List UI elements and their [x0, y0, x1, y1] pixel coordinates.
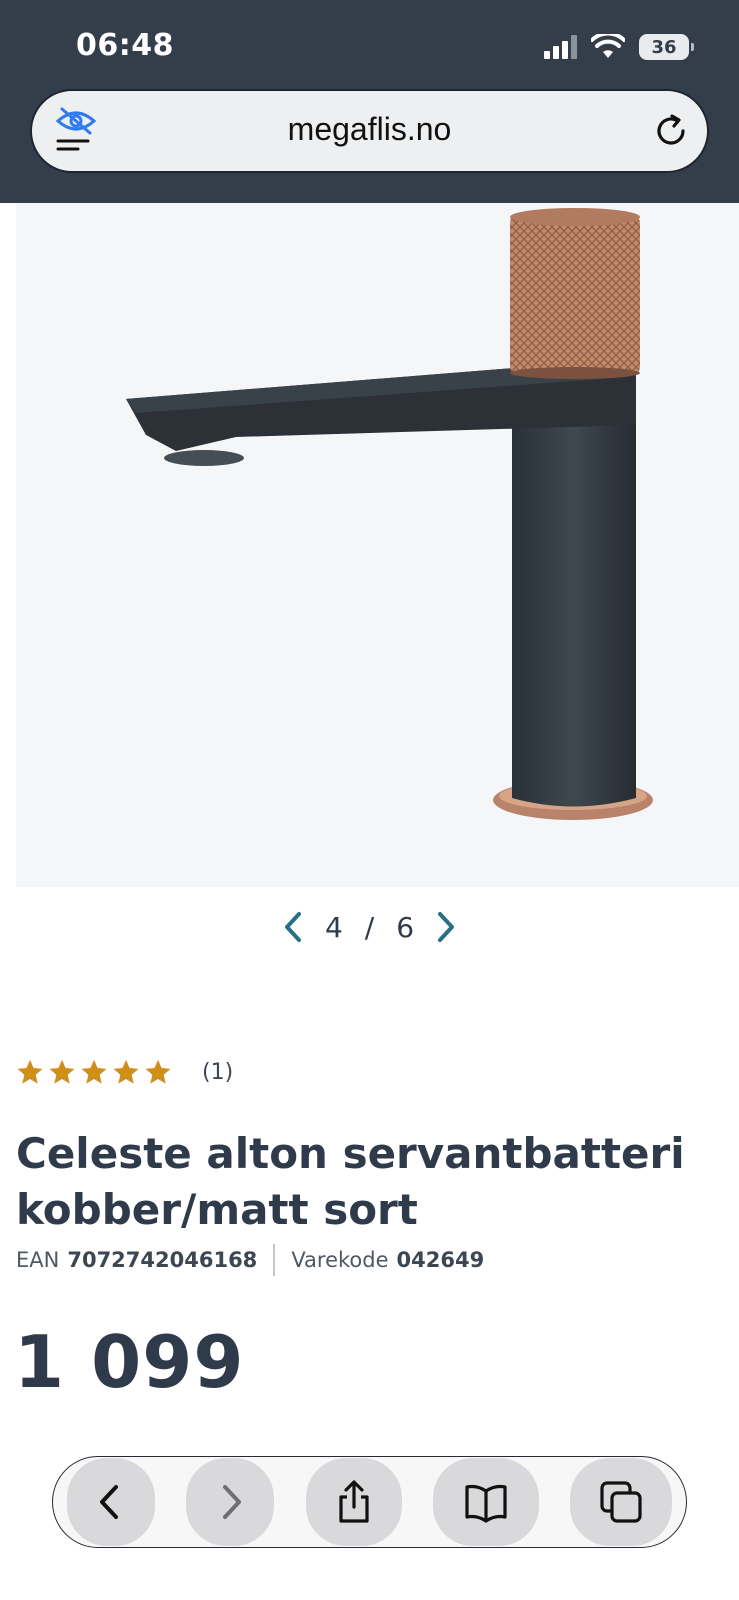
reload-icon[interactable] — [651, 111, 691, 151]
status-time: 06:48 — [76, 28, 174, 63]
previous-image-chevron-icon[interactable] — [281, 910, 307, 944]
tabs-icon — [600, 1481, 642, 1523]
product-codes: EAN 7072742046168 Varekode 042649 — [16, 1244, 484, 1276]
faucet-illustration — [126, 208, 653, 820]
pager-separator: / — [364, 910, 375, 944]
star-icon — [81, 1059, 107, 1084]
browser-header: 06:48 36 megaflis.no — [0, 0, 739, 203]
browser-toolbar — [52, 1456, 687, 1548]
status-icons: 36 — [544, 34, 694, 60]
url-text[interactable]: megaflis.no — [32, 111, 707, 148]
product-price: 1 099 — [14, 1320, 245, 1404]
back-button[interactable] — [67, 1458, 155, 1546]
wifi-icon — [591, 34, 625, 58]
star-icon — [145, 1059, 171, 1084]
product-rating[interactable]: (1) — [16, 1058, 233, 1086]
address-bar[interactable]: megaflis.no — [30, 89, 709, 173]
share-button[interactable] — [305, 1458, 402, 1546]
item-code-value: 042649 — [396, 1248, 485, 1272]
bookmarks-button[interactable] — [432, 1458, 539, 1546]
pager-total: 6 — [396, 910, 415, 944]
star-icon — [49, 1059, 75, 1084]
share-icon — [338, 1480, 369, 1523]
battery-icon: 36 — [639, 34, 694, 60]
bookmarks-icon — [465, 1484, 507, 1523]
ean-value: 7072742046168 — [67, 1248, 258, 1272]
product-title: Celeste alton servantbatteri kobber/matt… — [16, 1129, 685, 1234]
product-image[interactable] — [16, 203, 739, 887]
cellular-signal-icon — [544, 35, 577, 59]
star-icon — [113, 1059, 139, 1084]
forward-icon — [223, 1485, 242, 1519]
image-pager: 4 / 6 — [0, 910, 739, 944]
rating-stars — [16, 1058, 172, 1086]
battery-level: 36 — [651, 36, 677, 58]
tabs-button[interactable] — [570, 1458, 672, 1546]
ean-label: EAN — [16, 1248, 60, 1272]
forward-button[interactable] — [186, 1458, 275, 1546]
pager-current: 4 — [324, 910, 343, 944]
review-count[interactable]: (1) — [202, 1060, 233, 1085]
codes-divider — [273, 1244, 276, 1276]
item-code-label: Varekode — [291, 1248, 389, 1272]
star-icon — [17, 1059, 43, 1084]
next-image-chevron-icon[interactable] — [432, 910, 458, 944]
back-icon — [100, 1485, 118, 1519]
